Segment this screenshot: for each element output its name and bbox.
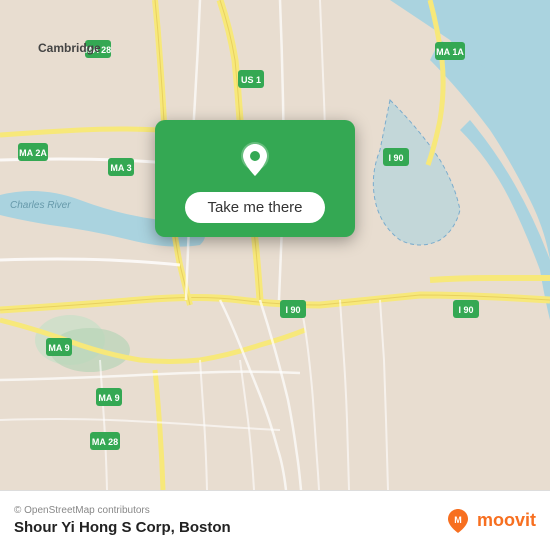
svg-text:US 1: US 1 (241, 75, 261, 85)
moovit-brand-text: moovit (477, 510, 536, 531)
svg-text:M: M (454, 515, 462, 525)
svg-text:Charles River: Charles River (10, 200, 71, 211)
bottom-bar: © OpenStreetMap contributors Shour Yi Ho… (0, 490, 550, 550)
svg-text:MA 9: MA 9 (98, 393, 119, 403)
svg-text:I 90: I 90 (285, 305, 300, 315)
location-pin-icon (233, 138, 277, 182)
svg-text:Cambridge: Cambridge (38, 41, 101, 55)
svg-text:MA 3: MA 3 (110, 163, 131, 173)
take-me-there-card: Take me there (155, 120, 355, 237)
take-me-there-button[interactable]: Take me there (185, 192, 324, 223)
location-name: Shour Yi Hong S Corp, Boston (14, 519, 231, 536)
bottom-left-info: © OpenStreetMap contributors Shour Yi Ho… (14, 505, 231, 536)
map-svg: MA 28 US 1 MA 1A MA 2A MA 3 I 90 I 90 I … (0, 0, 550, 490)
svg-text:MA 1A: MA 1A (436, 47, 464, 57)
svg-text:MA 9: MA 9 (48, 343, 69, 353)
svg-text:I 90: I 90 (458, 305, 473, 315)
svg-text:I 90: I 90 (388, 153, 403, 163)
copyright-text: © OpenStreetMap contributors (14, 505, 231, 516)
map-container: MA 28 US 1 MA 1A MA 2A MA 3 I 90 I 90 I … (0, 0, 550, 490)
moovit-logo: M moovit (444, 507, 536, 535)
svg-text:MA 2A: MA 2A (19, 148, 47, 158)
svg-text:MA 28: MA 28 (92, 437, 118, 447)
moovit-pin-icon: M (444, 507, 472, 535)
